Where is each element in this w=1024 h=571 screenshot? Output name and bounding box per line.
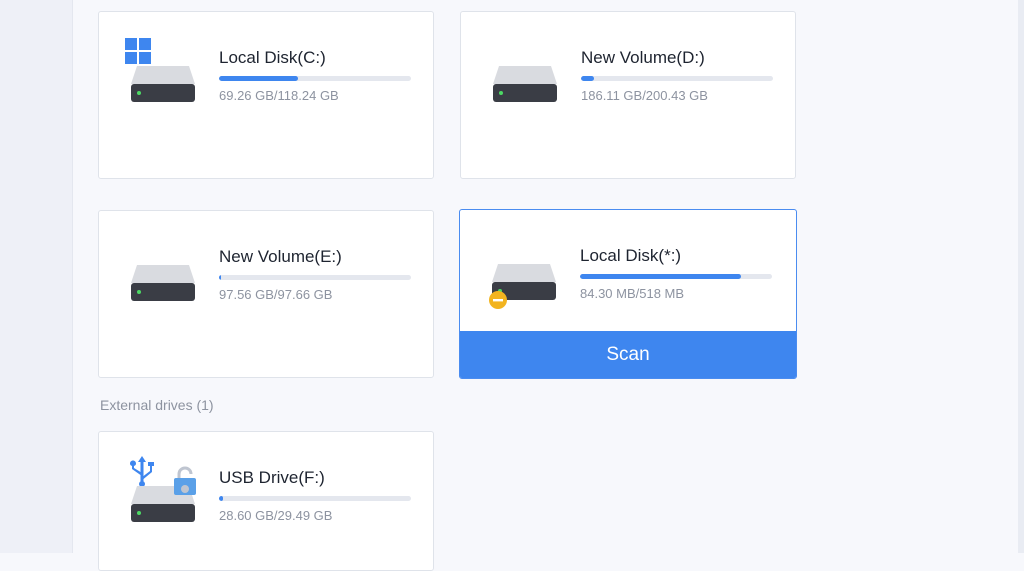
usage-bar [219, 76, 411, 81]
usage-bar [580, 274, 772, 279]
sidebar-strip [0, 0, 73, 553]
drive-card-e[interactable]: New Volume(E:) 97.56 GB/97.66 GB [98, 210, 434, 378]
lock-icon [174, 466, 196, 495]
warning-icon [489, 291, 507, 309]
drive-name: Local Disk(C:) [219, 48, 326, 67]
usage-bar [219, 496, 411, 501]
hard-drive-icon [131, 66, 195, 102]
usage-bar [219, 275, 411, 280]
usage-bar-fill [219, 76, 298, 81]
drive-card-usb[interactable]: USB Drive(F:) 28.60 GB/29.49 GB [98, 431, 434, 571]
hard-drive-icon [493, 66, 557, 102]
drive-name: USB Drive(F:) [219, 468, 325, 487]
external-drives-label: External drives (1) [100, 397, 214, 413]
drive-card-unassigned[interactable]: Local Disk(*:) 84.30 MB/518 MB Scan [459, 209, 797, 379]
drive-card-d[interactable]: New Volume(D:) 186.11 GB/200.43 GB [460, 11, 796, 179]
scrollbar-track[interactable] [1018, 0, 1024, 553]
usage-bar-fill [219, 496, 223, 501]
usage-bar-fill [580, 274, 742, 279]
drive-size: 28.60 GB/29.49 GB [219, 508, 333, 523]
drive-name: New Volume(D:) [581, 48, 705, 67]
drive-size: 186.11 GB/200.43 GB [581, 88, 708, 103]
usage-bar-fill [581, 76, 595, 81]
drive-size: 69.26 GB/118.24 GB [219, 88, 339, 103]
drive-size: 97.56 GB/97.66 GB [219, 287, 333, 302]
drive-card-c[interactable]: Local Disk(C:) 69.26 GB/118.24 GB [98, 11, 434, 179]
scan-button[interactable]: Scan [460, 331, 796, 378]
hard-drive-icon [131, 265, 195, 301]
usage-bar-fill [219, 275, 221, 280]
drive-size: 84.30 MB/518 MB [580, 286, 685, 301]
usage-bar [581, 76, 773, 81]
drive-name: Local Disk(*:) [580, 246, 682, 265]
drive-name: New Volume(E:) [219, 247, 342, 266]
